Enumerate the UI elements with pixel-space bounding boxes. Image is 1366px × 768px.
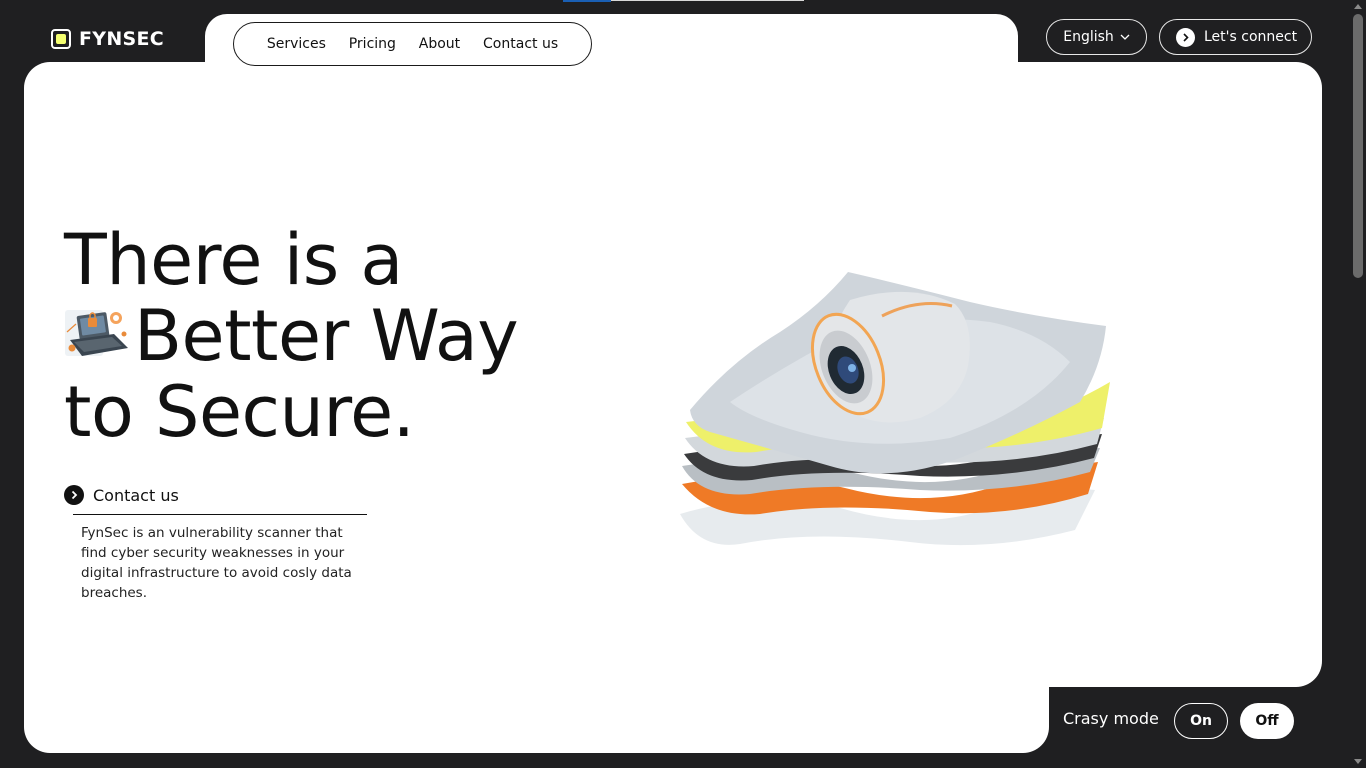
contact-us-label: Contact us	[93, 485, 179, 505]
logo-mark-icon	[51, 29, 71, 49]
tab-strip-line	[611, 0, 804, 1]
scroll-down-arrow-icon[interactable]	[1354, 759, 1362, 764]
crasy-mode-on-label: On	[1190, 713, 1212, 729]
crasy-mode-off-button[interactable]: Off	[1240, 703, 1294, 739]
hero-heading: There is a Better Way to Secure.	[64, 219, 519, 453]
main-navigation: Services Pricing About Contact us	[233, 22, 592, 66]
nav-services[interactable]: Services	[267, 36, 326, 52]
language-label: English	[1063, 29, 1114, 45]
arrow-right-icon	[64, 485, 84, 505]
contact-divider	[73, 514, 367, 515]
nav-contact-us[interactable]: Contact us	[483, 36, 558, 52]
lets-connect-button[interactable]: Let's connect	[1159, 19, 1312, 55]
nav-pricing[interactable]: Pricing	[349, 36, 396, 52]
brand-name: FYNSEC	[79, 28, 165, 50]
scroll-up-arrow-icon[interactable]	[1354, 4, 1362, 9]
hero-line-2: Better Way	[134, 295, 519, 377]
lets-connect-label: Let's connect	[1204, 29, 1298, 45]
arrow-right-icon	[1176, 27, 1195, 47]
laptop-security-icon	[65, 310, 128, 356]
hero-line-3: to Secure.	[64, 371, 415, 453]
contact-us-link[interactable]: Contact us	[64, 485, 179, 505]
nav-about[interactable]: About	[419, 36, 460, 52]
hero-line-1: There is a	[64, 219, 403, 301]
page-scrollbar[interactable]	[1349, 0, 1366, 768]
crasy-mode-on-button[interactable]: On	[1174, 703, 1228, 739]
brand-logo[interactable]: FYNSEC	[51, 28, 164, 50]
camera-lens-on-paper-stack-illustration	[680, 272, 1110, 546]
language-selector[interactable]: English	[1046, 19, 1147, 55]
hero-description: FynSec is an vulnerability scanner that …	[81, 525, 352, 601]
bottom-card	[24, 650, 1049, 753]
chevron-down-icon	[1120, 34, 1130, 40]
crasy-mode-label: Crasy mode	[1063, 709, 1159, 728]
scrollbar-thumb[interactable]	[1353, 14, 1363, 278]
crasy-mode-off-label: Off	[1255, 713, 1279, 729]
tab-loading-indicator	[563, 0, 611, 2]
